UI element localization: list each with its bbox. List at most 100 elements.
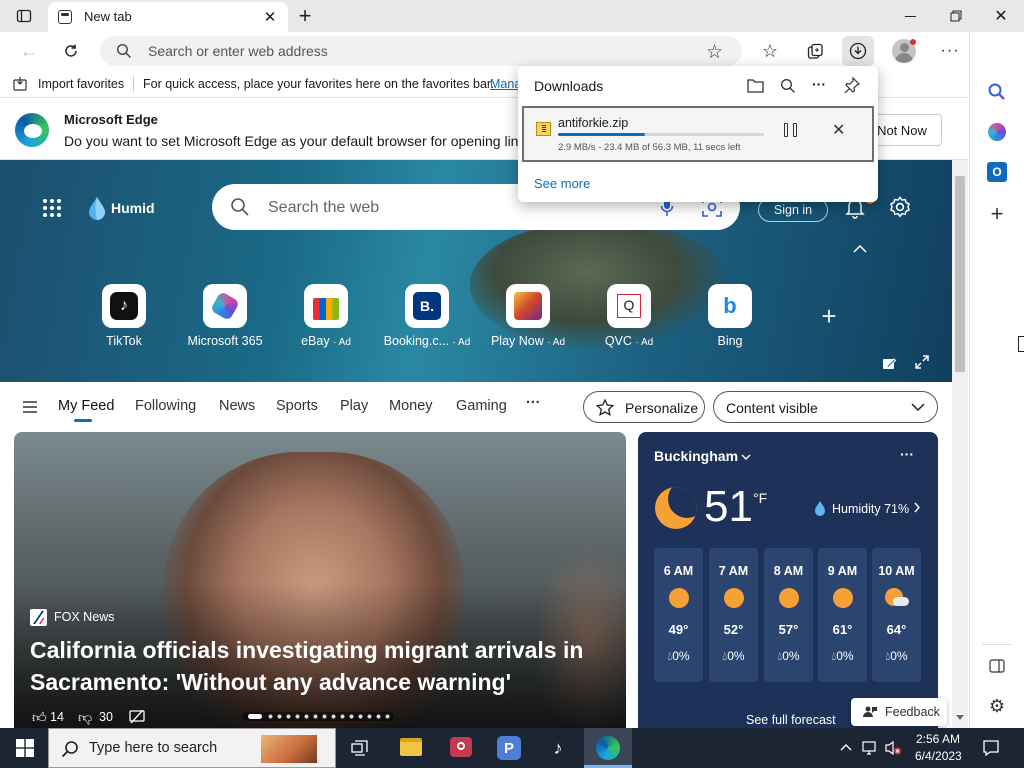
personalize-button[interactable]: Personalize — [583, 391, 705, 423]
humidity-chevron-icon[interactable] — [914, 502, 920, 513]
tile-play-now[interactable] — [506, 284, 550, 328]
clock-time[interactable]: 2:56 AM — [916, 732, 960, 746]
taskbar: Type here to search P ♪ 2:56 AM 6/4/2023 — [0, 728, 1024, 768]
expand-icon[interactable] — [915, 355, 929, 369]
task-view-icon[interactable] — [351, 739, 371, 757]
weather-more-icon[interactable]: ··· — [900, 446, 914, 462]
pin-icon[interactable] — [844, 77, 860, 93]
volume-muted-icon[interactable] — [884, 740, 902, 756]
hour-forecast[interactable]: 9 AM 61° 💧︎0% — [818, 548, 867, 682]
add-tile-icon[interactable]: + — [815, 301, 843, 331]
feed-menu-icon[interactable] — [23, 401, 37, 413]
carousel-dots[interactable] — [242, 712, 394, 721]
collapse-chevron-icon[interactable] — [853, 245, 867, 253]
feed-tab-following[interactable]: Following — [135, 398, 196, 414]
close-tab-icon[interactable]: ✕ — [260, 7, 280, 27]
favbar-hint: For quick access, place your favorites h… — [143, 77, 494, 91]
tile-qvc[interactable]: Q — [607, 284, 651, 328]
edit-background-icon[interactable] — [882, 356, 896, 370]
p-app-icon[interactable]: P — [497, 736, 521, 760]
tiktok-taskbar-icon[interactable]: ♪ — [546, 736, 570, 760]
feed-tab-play[interactable]: Play — [340, 398, 368, 414]
taskbar-search-box[interactable]: Type here to search — [48, 728, 336, 768]
hour-forecast[interactable]: 7 AM 52° 💧︎0% — [709, 548, 758, 682]
booking-icon: B. — [405, 284, 449, 328]
camera-app-icon[interactable] — [450, 737, 472, 757]
like-icon[interactable]: 👍︎ — [32, 709, 47, 726]
import-favorites-link[interactable]: Import favorites — [38, 77, 124, 91]
favorite-star-icon[interactable]: ☆ — [706, 41, 723, 64]
apps-grid-icon[interactable] — [42, 198, 62, 218]
download-item[interactable]: antiforkie.zip 2.9 MB/s - 23.4 MB of 56.… — [522, 106, 874, 162]
tile-booking[interactable]: B. — [405, 284, 449, 328]
sidebar-settings-icon[interactable]: ⚙ — [987, 696, 1007, 716]
more-menu-icon[interactable]: ··· — [938, 40, 962, 62]
windows-start-icon[interactable] — [16, 739, 34, 757]
edge-logo-icon — [15, 113, 49, 147]
weather-city[interactable]: Buckingham — [654, 448, 738, 464]
tab-new-tab[interactable]: New tab ✕ — [48, 2, 288, 32]
close-window-icon[interactable]: ✕ — [988, 4, 1014, 28]
hour-forecast[interactable]: 6 AM 49° 💧︎0% — [654, 548, 703, 682]
tile-ebay[interactable] — [304, 284, 348, 328]
open-folder-icon[interactable] — [747, 78, 764, 93]
tile-bing[interactable]: b — [708, 284, 752, 328]
tab-actions-icon[interactable] — [12, 6, 36, 26]
refresh-icon[interactable] — [60, 40, 82, 62]
dislike-icon[interactable]: 👎︎ — [78, 709, 92, 726]
restore-icon[interactable] — [944, 4, 968, 28]
weather-card[interactable]: Buckingham ··· 51 °F Humidity 71% 6 AM 4… — [638, 432, 938, 728]
scroll-down-icon[interactable] — [956, 715, 964, 720]
search-downloads-icon[interactable] — [780, 78, 796, 94]
scroll-thumb[interactable] — [955, 176, 965, 372]
notice-title: Microsoft Edge — [64, 112, 158, 127]
feed-tab-underline — [74, 419, 92, 422]
tray-up-chevron-icon[interactable] — [840, 743, 852, 751]
hour-forecast[interactable]: 10 AM 64° 💧︎0% — [872, 548, 921, 682]
hide-story-icon[interactable] — [129, 710, 145, 724]
news-headline[interactable]: California officials investigating migra… — [30, 634, 600, 698]
minimize-icon[interactable] — [898, 4, 922, 28]
sidebar-search-icon[interactable] — [987, 82, 1007, 102]
content-visibility-select[interactable]: Content visible — [713, 391, 938, 423]
feed-tab-news[interactable]: News — [219, 398, 255, 414]
downloads-button[interactable] — [842, 36, 874, 66]
feedback-button[interactable]: Feedback — [851, 698, 947, 726]
see-full-forecast-link[interactable]: See full forecast — [746, 713, 836, 727]
address-bar[interactable]: Search or enter web address ☆ — [100, 36, 742, 66]
pause-download-icon[interactable] — [784, 123, 797, 137]
feed-more-icon[interactable]: ··· — [526, 395, 541, 411]
hide-sidebar-icon[interactable] — [989, 659, 1005, 673]
sidebar-m365-icon[interactable] — [988, 123, 1006, 141]
page-settings-icon[interactable] — [889, 196, 911, 218]
feed-tab-sports[interactable]: Sports — [276, 398, 318, 414]
feed-tab-gaming[interactable]: Gaming — [456, 398, 507, 414]
edge-taskbar-button[interactable] — [584, 728, 632, 768]
collections-icon[interactable] — [803, 40, 827, 62]
action-center-icon[interactable] — [982, 739, 1000, 757]
sidebar-outlook-icon[interactable]: O — [987, 162, 1007, 182]
taskbar-search-icon — [61, 740, 79, 758]
new-tab-button[interactable]: + — [292, 3, 318, 28]
tile-tiktok[interactable]: ♪ — [102, 284, 146, 328]
see-more-link[interactable]: See more — [534, 176, 590, 191]
clock-date[interactable]: 6/4/2023 — [915, 749, 962, 763]
notice-text: Do you want to set Microsoft Edge as you… — [64, 133, 518, 149]
tile-microsoft-365[interactable] — [203, 284, 247, 328]
feed-tab-money[interactable]: Money — [389, 398, 433, 414]
cancel-download-icon[interactable]: ✕ — [832, 120, 845, 140]
download-status: 2.9 MB/s - 23.4 MB of 56.3 MB, 11 secs l… — [558, 142, 741, 153]
city-chevron-icon[interactable] — [741, 454, 751, 460]
favorites-icon[interactable]: ☆ — [758, 40, 782, 62]
feed-tab-my-feed[interactable]: My Feed — [58, 398, 114, 414]
downloads-more-icon[interactable]: ··· — [812, 76, 826, 92]
back-icon[interactable]: ← — [18, 40, 40, 62]
news-card[interactable]: FOX News California officials investigat… — [14, 432, 626, 728]
hour-forecast[interactable]: 8 AM 57° 💧︎0% — [764, 548, 813, 682]
network-icon[interactable] — [862, 740, 880, 756]
page-scrollbar[interactable] — [952, 160, 968, 728]
moon-icon — [655, 487, 697, 529]
sidebar-add-icon[interactable]: + — [987, 201, 1007, 226]
taskbar-search-placeholder: Type here to search — [89, 740, 218, 756]
file-explorer-icon[interactable] — [400, 738, 422, 756]
